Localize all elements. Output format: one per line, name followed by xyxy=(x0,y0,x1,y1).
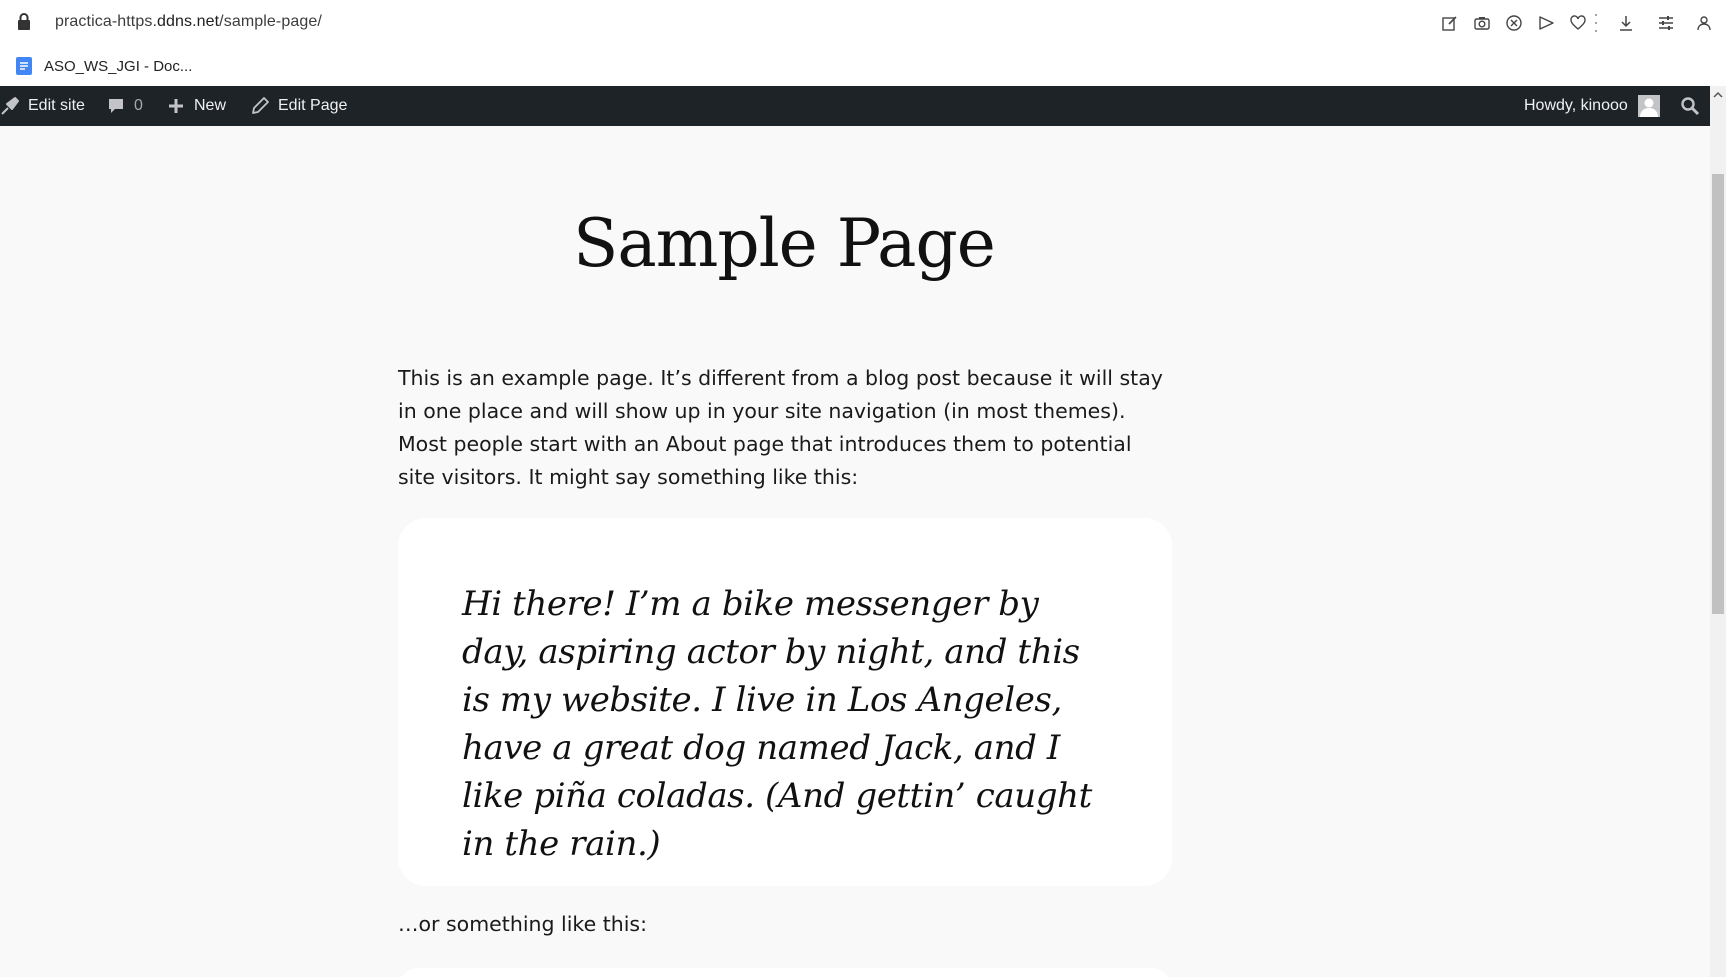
url-field[interactable]: practica-https.ddns.net/sample-page/ xyxy=(55,13,322,31)
url-path: /sample-page/ xyxy=(219,13,322,30)
intro-paragraph: This is an example page. It’s different … xyxy=(398,366,1163,489)
avatar xyxy=(1637,95,1660,117)
new-label: New xyxy=(194,97,227,114)
google-docs-icon xyxy=(16,57,32,75)
browser-toolbar xyxy=(1432,10,1726,36)
profile-icon[interactable] xyxy=(1690,10,1718,36)
edit-icon[interactable] xyxy=(1436,10,1464,36)
comments-count: 0 xyxy=(134,97,143,114)
page-title: Sample Page xyxy=(573,205,996,282)
search-button[interactable] xyxy=(1680,86,1708,126)
edit-page-button[interactable]: Edit Page xyxy=(250,86,347,126)
comment-bubble-icon xyxy=(109,99,123,113)
pencil-icon xyxy=(252,97,269,114)
settings-sliders-icon[interactable] xyxy=(1652,10,1680,36)
lock-icon[interactable] xyxy=(17,13,31,31)
scrollbar-thumb[interactable] xyxy=(1712,174,1724,614)
new-content-button[interactable]: New xyxy=(166,86,226,126)
browser-address-bar: practica-https.ddns.net/sample-page/ xyxy=(0,0,1726,46)
my-account-menu[interactable]: Howdy, kinooo xyxy=(1524,86,1660,126)
page-scrollbar[interactable] xyxy=(1710,86,1726,977)
block-icon[interactable] xyxy=(1500,10,1528,36)
quote-card: Hi there! I’m a bike messenger by day, a… xyxy=(398,518,1172,886)
download-icon[interactable] xyxy=(1612,10,1640,36)
edit-page-label: Edit Page xyxy=(278,97,348,114)
edit-site-button[interactable]: Edit site xyxy=(0,86,85,126)
url-prefix: practica-https. xyxy=(55,13,157,30)
bookmarks-bar: ASO_WS_JGI - Doc... xyxy=(0,46,1726,86)
edit-site-label: Edit site xyxy=(28,97,85,114)
quote-text: Hi there! I’m a bike messenger by day, a… xyxy=(462,584,1092,864)
howdy-label: Howdy, kinooo xyxy=(1524,97,1628,114)
url-host: ddns.net xyxy=(156,13,220,30)
paintbrush-icon xyxy=(1,97,19,115)
comments-button[interactable]: 0 xyxy=(106,86,143,126)
after-quote-paragraph: …or something like this: xyxy=(398,912,648,936)
toolbar-divider xyxy=(1594,14,1598,32)
bookmark-label: ASO_WS_JGI - Doc... xyxy=(44,57,193,75)
plus-icon xyxy=(169,99,183,113)
scroll-up-arrow-icon[interactable] xyxy=(1713,90,1723,100)
wp-admin-bar: Edit site 0 New Edit Page Howdy, kinooo xyxy=(0,86,1710,126)
camera-icon[interactable] xyxy=(1468,10,1496,36)
next-quote-card xyxy=(398,968,1172,977)
bookmark-item[interactable]: ASO_WS_JGI - Doc... xyxy=(14,53,192,79)
search-icon xyxy=(1681,97,1700,116)
heart-icon[interactable] xyxy=(1564,10,1592,36)
send-icon[interactable] xyxy=(1532,10,1560,36)
